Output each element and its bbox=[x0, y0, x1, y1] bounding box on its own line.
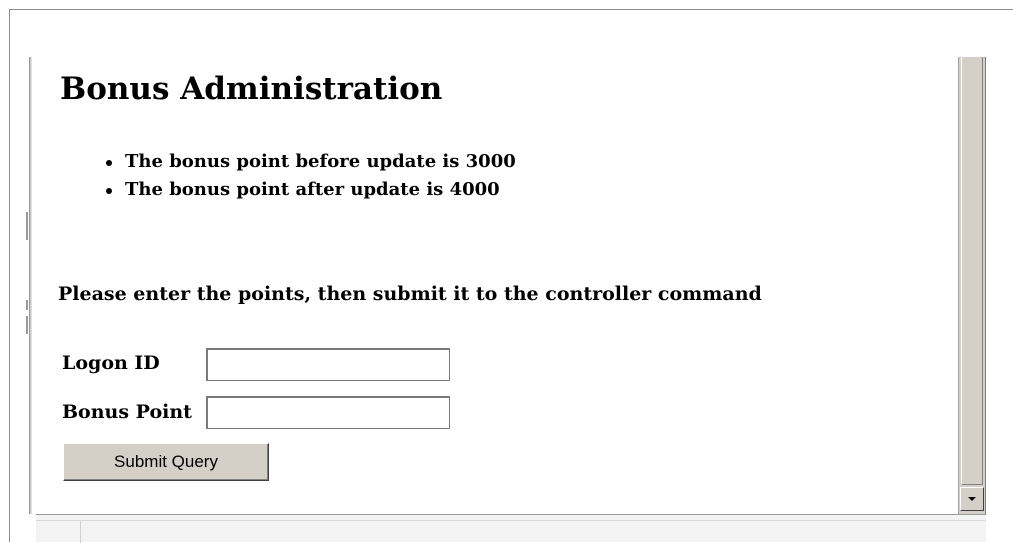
page-title: Bonus Administration bbox=[60, 71, 443, 107]
status-bar bbox=[36, 514, 986, 543]
bonus-point-field[interactable] bbox=[206, 396, 450, 429]
status-after-text: The bonus point after update is 4000 bbox=[125, 179, 500, 200]
vertical-scrollbar[interactable] bbox=[958, 57, 986, 518]
content-frame: Bonus Administration The bonus point bef… bbox=[36, 57, 958, 514]
chevron-down-icon bbox=[968, 497, 976, 501]
bonus-point-label: Bonus Point bbox=[62, 401, 192, 423]
scroll-thumb[interactable] bbox=[961, 57, 983, 485]
submit-query-button[interactable]: Submit Query bbox=[63, 443, 269, 481]
frame-divider[interactable] bbox=[29, 57, 32, 514]
bullet-icon bbox=[106, 160, 112, 166]
logon-id-label: Logon ID bbox=[62, 352, 160, 374]
logon-id-field[interactable] bbox=[206, 348, 450, 381]
instruction-text: Please enter the points, then submit it … bbox=[58, 283, 762, 305]
scroll-down-button[interactable] bbox=[960, 487, 984, 511]
frame-resize-handle[interactable] bbox=[26, 212, 28, 342]
list-item: The bonus point before update is 3000 bbox=[99, 151, 516, 179]
status-before-text: The bonus point before update is 3000 bbox=[125, 151, 516, 172]
bullet-icon bbox=[106, 188, 112, 194]
list-item: The bonus point after update is 4000 bbox=[99, 179, 516, 207]
status-list: The bonus point before update is 3000 Th… bbox=[99, 151, 516, 207]
